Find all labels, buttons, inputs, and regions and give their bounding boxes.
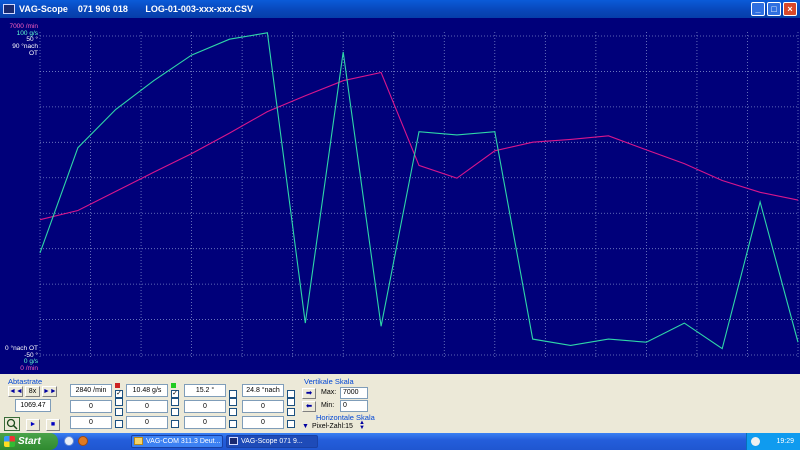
folder-icon bbox=[134, 437, 143, 445]
app-icon bbox=[229, 437, 238, 445]
system-tray: 19:29 bbox=[746, 433, 800, 450]
channel-checkbox-4[interactable] bbox=[287, 390, 295, 398]
channel-value-2[interactable]: 10.48 g/s bbox=[126, 384, 168, 397]
channel-sub-checkbox[interactable] bbox=[287, 408, 295, 416]
channel-sub-checkbox[interactable] bbox=[171, 420, 179, 428]
series-line-airflow bbox=[39, 32, 799, 350]
volume-icon[interactable] bbox=[751, 437, 760, 446]
pixel-count-label: Pixel-Zahl:15 bbox=[312, 423, 353, 430]
window-title: VAG-Scope 071 906 018 LOG-01-003-xxx-xxx… bbox=[19, 4, 253, 14]
start-label: Start bbox=[18, 436, 41, 447]
channel-sub-checkbox[interactable] bbox=[115, 398, 123, 406]
y-top-label-3: 90 °nach OT bbox=[12, 42, 38, 57]
start-button[interactable]: Start bbox=[0, 433, 58, 450]
browser-icon[interactable] bbox=[78, 436, 88, 446]
scope-plot-area: 7000 /min 100 g/s 50 ° 90 °nach OT 0 °nach … bbox=[0, 18, 800, 374]
taskbar: Start VAG-COM 311.3 Deut... VAG-Scope 07… bbox=[0, 433, 800, 450]
maximize-button[interactable]: □ bbox=[767, 2, 781, 16]
channel-sub-checkbox[interactable] bbox=[171, 408, 179, 416]
channel-checkbox-3[interactable] bbox=[229, 390, 237, 398]
pixel-stepper-down[interactable]: ▼ bbox=[302, 423, 309, 430]
channel-sub-checkbox[interactable] bbox=[287, 398, 295, 406]
clock: 19:29 bbox=[776, 438, 794, 445]
scope-chart bbox=[39, 32, 799, 357]
channel-min-field-1[interactable]: 0 bbox=[70, 400, 112, 413]
channel-checkbox-2[interactable]: ✓ bbox=[171, 390, 179, 398]
arrow-right-button[interactable]: ➡ bbox=[302, 388, 316, 399]
search-icon[interactable] bbox=[4, 417, 20, 431]
stop-button[interactable]: ■ bbox=[46, 419, 60, 431]
channel-max-field-3[interactable]: 0 bbox=[184, 416, 226, 429]
channel-value-4[interactable]: 24.8 °nach bbox=[242, 384, 284, 397]
channel-value-1[interactable]: 2840 /min bbox=[70, 384, 112, 397]
min-label: Min: bbox=[321, 402, 335, 409]
channel-color-swatch bbox=[171, 383, 176, 388]
channel-checkbox-1[interactable]: ✓ bbox=[115, 390, 123, 398]
channel-sub-checkbox[interactable] bbox=[171, 398, 179, 406]
title-bar[interactable]: VAG-Scope 071 906 018 LOG-01-003-xxx-xxx… bbox=[0, 0, 800, 18]
channel-min-field-2[interactable]: 0 bbox=[126, 400, 168, 413]
abtastrate-field[interactable]: 1069.47 bbox=[15, 399, 51, 412]
app-icon bbox=[3, 4, 15, 14]
channel-sub-checkbox[interactable] bbox=[287, 420, 295, 428]
taskbar-item-label: VAG-COM 311.3 Deut... bbox=[146, 438, 221, 445]
control-panel: Abtastrate ◄◄ 8x ►► 1069.47 ► ■ 2840 /mi… bbox=[0, 374, 800, 433]
windows-flag-icon bbox=[4, 436, 15, 447]
quicklaunch-icon[interactable] bbox=[64, 436, 74, 446]
series-line-rpm bbox=[39, 71, 799, 221]
speed-button[interactable]: 8x bbox=[25, 386, 40, 397]
channel-min-field-3[interactable]: 0 bbox=[184, 400, 226, 413]
channel-color-swatch bbox=[115, 383, 120, 388]
forward-button[interactable]: ►► bbox=[42, 386, 57, 397]
vag-scope-window: VAG-Scope 071 906 018 LOG-01-003-xxx-xxx… bbox=[0, 0, 800, 433]
channel-max-field-1[interactable]: 0 bbox=[70, 416, 112, 429]
play-button[interactable]: ► bbox=[26, 419, 40, 431]
channel-sub-checkbox[interactable] bbox=[229, 398, 237, 406]
max-field[interactable]: 7000 bbox=[340, 387, 368, 399]
channel-sub-checkbox[interactable] bbox=[229, 420, 237, 428]
channel-sub-checkbox[interactable] bbox=[115, 408, 123, 416]
arrow-left-button[interactable]: ⬅ bbox=[302, 401, 316, 412]
abtastrate-label: Abtastrate bbox=[8, 377, 43, 386]
taskbar-item-vagcom[interactable]: VAG-COM 311.3 Deut... bbox=[131, 435, 223, 448]
minimize-button[interactable]: _ bbox=[751, 2, 765, 16]
taskbar-item-label: VAG-Scope 071 9... bbox=[241, 438, 303, 445]
channel-sub-checkbox[interactable] bbox=[115, 420, 123, 428]
channel-min-field-4[interactable]: 0 bbox=[242, 400, 284, 413]
taskbar-item-vagscope[interactable]: VAG-Scope 071 9... bbox=[226, 435, 318, 448]
max-label: Max: bbox=[321, 389, 337, 396]
channel-value-3[interactable]: 15.2 ° bbox=[184, 384, 226, 397]
magnifier-icon bbox=[6, 418, 18, 430]
min-field[interactable]: 0 bbox=[340, 400, 368, 412]
horizontale-skala-label: Horizontale Skala bbox=[316, 413, 375, 422]
channel-max-field-4[interactable]: 0 bbox=[242, 416, 284, 429]
vertikale-skala-label: Vertikale Skala bbox=[304, 377, 354, 386]
channel-max-field-2[interactable]: 0 bbox=[126, 416, 168, 429]
rewind-button[interactable]: ◄◄ bbox=[8, 386, 23, 397]
close-button[interactable]: × bbox=[783, 2, 797, 16]
channel-sub-checkbox[interactable] bbox=[229, 408, 237, 416]
pixel-stepper[interactable]: ▲ ▼ bbox=[359, 420, 365, 431]
y-bottom-label-3: 0 /min bbox=[20, 364, 38, 372]
